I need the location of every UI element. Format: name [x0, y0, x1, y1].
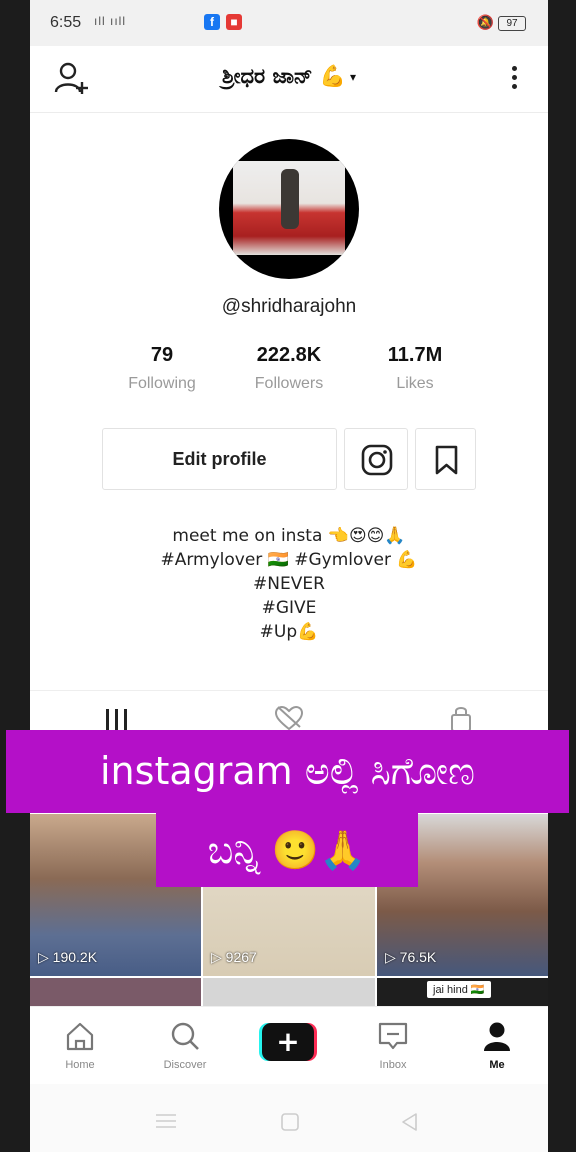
favorites-button[interactable]: [415, 428, 476, 490]
tab-liked-heart-icon[interactable]: [274, 703, 304, 731]
bio-line: #Up💪: [259, 622, 319, 642]
profile-bio: meet me on insta 👈😍😊🙏 #Armylover 🇮🇳 #Gym…: [30, 524, 548, 644]
view-count: 190.2K: [52, 949, 98, 965]
view-count: 76.5K: [399, 949, 437, 965]
tab-private-lock-icon[interactable]: [446, 703, 476, 731]
nav-label: Discover: [163, 1059, 207, 1071]
bio-line: #NEVER: [253, 574, 325, 594]
back-triangle-icon[interactable]: [400, 1112, 420, 1132]
video-caption: jai hind 🇮🇳: [427, 981, 491, 998]
home-square-icon[interactable]: [280, 1112, 300, 1132]
stat-value: 79: [150, 344, 174, 366]
status-bar: 6:55 ıll ııll f ■ 🔕 97: [30, 0, 548, 46]
nav-discover[interactable]: Discover: [145, 1021, 225, 1071]
video-views: ▷ 9267: [211, 949, 257, 966]
video-thumbnail[interactable]: [30, 978, 201, 1006]
facebook-icon: f: [204, 14, 220, 30]
stat-label: Followers: [254, 375, 324, 392]
system-nav-bar: [30, 1084, 548, 1152]
video-thumbnail[interactable]: jai hind 🇮🇳: [377, 978, 548, 1006]
view-count: 9267: [225, 949, 257, 965]
instagram-icon: [361, 444, 393, 476]
stat-followers[interactable]: 222.8K Followers: [234, 344, 344, 393]
caption-overlay-line1: instagram ಅಲ್ಲಿ ಸಿಗೋಣ: [6, 730, 569, 813]
mute-icon: 🔕: [476, 14, 494, 30]
nav-inbox[interactable]: Inbox: [353, 1021, 433, 1071]
stat-label: Likes: [396, 375, 434, 392]
search-icon: [171, 1022, 199, 1050]
bio-line: #Armylover 🇮🇳 #Gymlover 💪: [160, 550, 418, 570]
caption-overlay-line2: ಬನ್ನಿ 🙂🙏: [156, 813, 418, 887]
recents-menu-icon[interactable]: [154, 1112, 178, 1130]
play-icon: ▷: [211, 949, 226, 965]
status-time: 6:55: [50, 14, 82, 31]
avatar-photo: [233, 161, 345, 255]
nav-home[interactable]: Home: [40, 1021, 120, 1071]
create-video-button[interactable]: +: [259, 1022, 317, 1062]
instagram-button[interactable]: [344, 428, 408, 490]
stat-value: 222.8K: [256, 344, 322, 366]
profile-icon: [484, 1022, 510, 1051]
home-icon: [66, 1022, 94, 1051]
bookmark-icon: [435, 445, 458, 475]
plus-icon: +: [276, 1025, 299, 1058]
stat-following[interactable]: 79 Following: [107, 344, 217, 393]
bio-line: #GIVE: [261, 598, 317, 618]
avatar[interactable]: [219, 139, 359, 279]
nav-label: Home: [65, 1059, 95, 1071]
phone-screen: 6:55 ıll ııll f ■ 🔕 97 ಶ್ರೀಧರ ಜಾನ್ 💪 ▾ @s…: [30, 0, 548, 1152]
edit-profile-button[interactable]: Edit profile: [102, 428, 337, 490]
more-options-icon[interactable]: [504, 62, 524, 96]
video-views: ▷ 76.5K: [385, 949, 436, 966]
nav-me[interactable]: Me: [457, 1021, 537, 1071]
play-icon: ▷: [385, 949, 400, 965]
battery-icon: 97: [498, 16, 526, 31]
stat-label: Following: [128, 375, 196, 392]
username-handle: @shridharajohn: [221, 296, 357, 317]
play-icon: ▷: [38, 949, 53, 965]
signal-icon: ıll ııll: [94, 14, 126, 28]
video-views: ▷ 190.2K: [38, 949, 97, 966]
tab-videos-grid-icon[interactable]: [102, 703, 132, 731]
stat-likes[interactable]: 11.7M Likes: [360, 344, 470, 393]
inbox-icon: [378, 1022, 408, 1050]
bio-line: meet me on insta 👈😍😊🙏: [172, 526, 406, 546]
chevron-down-icon: ▾: [349, 70, 356, 84]
profile-name-dropdown[interactable]: ಶ್ರೀಧರ ಜಾನ್ 💪 ▾: [30, 64, 548, 89]
notification-icon: ■: [226, 14, 242, 30]
profile-name: ಶ್ರೀಧರ ಜಾನ್ 💪: [222, 64, 346, 88]
stat-value: 11.7M: [387, 344, 443, 366]
nav-label: Me: [489, 1059, 505, 1071]
profile-tabs: [30, 690, 548, 731]
profile-header: ಶ್ರೀಧರ ಜಾನ್ 💪 ▾: [30, 46, 548, 113]
video-thumbnail[interactable]: [203, 978, 375, 1006]
nav-label: Inbox: [379, 1059, 407, 1071]
